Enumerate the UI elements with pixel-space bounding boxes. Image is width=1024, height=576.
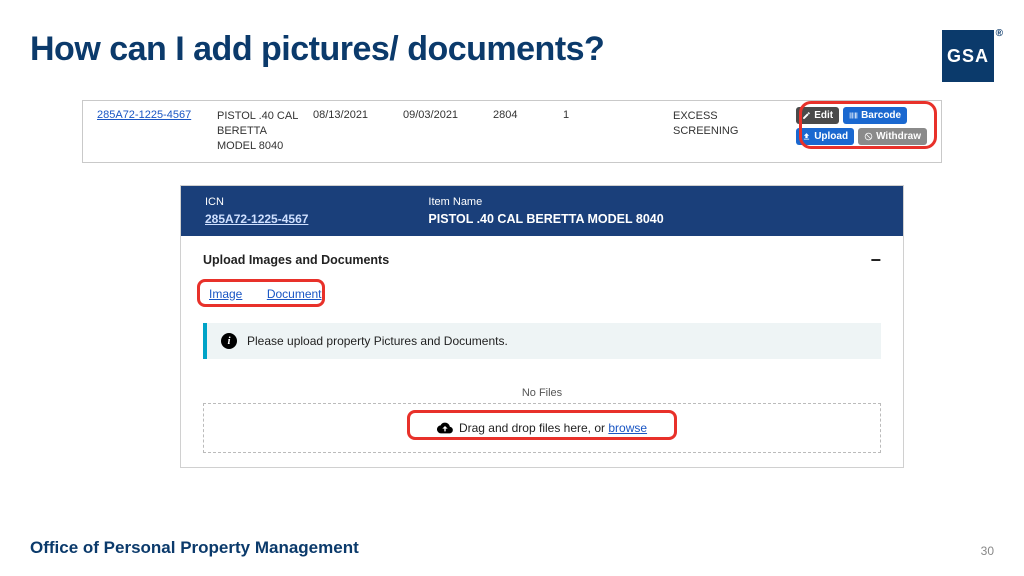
panel-icn-link[interactable]: 285A72-1225-4567	[205, 212, 308, 226]
cloud-upload-icon	[437, 420, 453, 436]
barcode-icon	[849, 111, 858, 120]
edit-button[interactable]: Edit	[796, 107, 839, 124]
page-title: How can I add pictures/ documents?	[30, 30, 604, 69]
item-description: PISTOL .40 CAL BERETTA MODEL 8040	[211, 107, 307, 156]
page-number: 30	[981, 544, 994, 558]
pencil-icon	[802, 111, 811, 120]
panel-item-name: PISTOL .40 CAL BERETTA MODEL 8040	[428, 212, 663, 226]
icn-link[interactable]: 285A72-1225-4567	[97, 109, 191, 121]
withdraw-label: Withdraw	[876, 131, 921, 142]
edit-label: Edit	[814, 110, 833, 121]
icn-header-label: ICN	[205, 196, 308, 208]
info-message-bar: i Please upload property Pictures and Do…	[203, 323, 881, 359]
item-name-header-label: Item Name	[428, 196, 663, 208]
status: EXCESS SCREENING	[667, 107, 763, 141]
tab-document[interactable]: Document	[261, 287, 322, 301]
footer-office-name: Office of Personal Property Management	[30, 538, 359, 558]
panel-header: ICN 285A72-1225-4567 Item Name PISTOL .4…	[181, 186, 903, 236]
action-buttons: Edit Barcode Upload Withdraw	[790, 105, 933, 147]
date-surplus: 09/03/2021	[397, 107, 487, 123]
collapse-icon[interactable]: −	[870, 250, 881, 271]
tab-image[interactable]: Image	[203, 287, 242, 301]
upload-button[interactable]: Upload	[796, 128, 854, 145]
barcode-button[interactable]: Barcode	[843, 107, 907, 124]
date-reported: 08/13/2021	[307, 107, 397, 123]
withdraw-button[interactable]: Withdraw	[858, 128, 927, 145]
upload-section-title: Upload Images and Documents	[203, 253, 389, 267]
file-dropzone[interactable]: Drag and drop files here, or browse	[203, 403, 881, 453]
quantity: 1	[557, 107, 617, 123]
upload-label: Upload	[814, 131, 848, 142]
dropzone-text: Drag and drop files here, or	[459, 421, 608, 435]
withdraw-icon	[864, 132, 873, 141]
barcode-label: Barcode	[861, 110, 901, 121]
gsa-logo: GSA	[942, 30, 994, 82]
no-files-label: No Files	[203, 387, 881, 399]
browse-link[interactable]: browse	[608, 421, 647, 435]
fsc-code: 2804	[487, 107, 557, 123]
info-icon: i	[221, 333, 237, 349]
upload-icon	[802, 132, 811, 141]
info-message-text: Please upload property Pictures and Docu…	[247, 334, 508, 348]
upload-panel: ICN 285A72-1225-4567 Item Name PISTOL .4…	[180, 185, 904, 468]
property-row: 285A72-1225-4567 PISTOL .40 CAL BERETTA …	[82, 100, 942, 163]
